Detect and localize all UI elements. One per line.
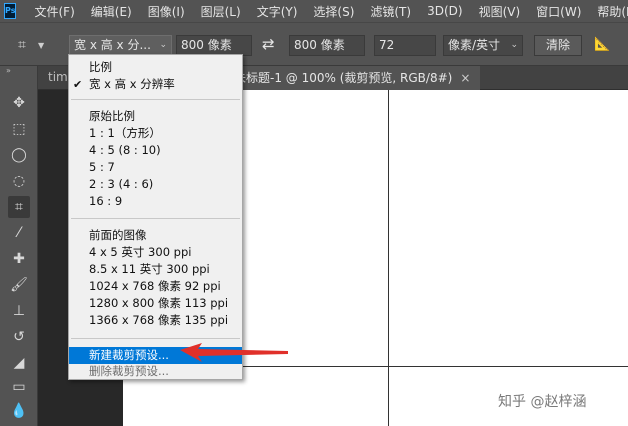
crop-preset-dropdown: 比例 ✔ 宽 x 高 x 分辨率 原始比例 1 : 1（方形） 4 : 5 (8 …: [68, 54, 243, 380]
panel-collapse-icon[interactable]: »: [6, 66, 11, 75]
straighten-icon[interactable]: 📐: [594, 37, 610, 52]
crop-tool-icon[interactable]: ⌗: [18, 37, 26, 53]
photoshop-logo: Ps: [4, 3, 17, 19]
menu-filter[interactable]: 滤镜(T): [362, 3, 419, 20]
menu-layer[interactable]: 图层(L): [193, 3, 249, 20]
crop-guide-vertical: [388, 90, 389, 426]
dropdown-separator: [71, 338, 240, 339]
dropdown-item-8-5x11-inch[interactable]: 8.5 x 11 英寸 300 ppi: [69, 261, 242, 278]
tab-title: 未标题-1 @ 100% (裁剪预览, RGB/8#): [234, 71, 453, 85]
dropdown-item-1366x768[interactable]: 1366 x 768 像素 135 ppi: [69, 312, 242, 329]
stamp-tool-icon[interactable]: ⊥: [8, 300, 30, 322]
menu-view[interactable]: 视图(V): [471, 3, 529, 20]
tab-active-document[interactable]: 未标题-1 @ 100% (裁剪预览, RGB/8#) ×: [224, 66, 481, 90]
menu-image[interactable]: 图像(I): [140, 3, 193, 20]
dropdown-item-ratio[interactable]: 比例: [69, 59, 242, 76]
dropdown-item-front-image[interactable]: 前面的图像: [69, 227, 242, 244]
dropdown-separator: [71, 218, 240, 219]
dropdown-item-ratio-1-1[interactable]: 1 : 1（方形）: [69, 125, 242, 142]
tools-panel: » ✥ ⬚ ◯ ◌ ⌗ ⁄ ✚ 🖌 ⊥ ↺ ◢ ▭ 💧: [0, 66, 38, 426]
menu-window[interactable]: 窗口(W): [528, 3, 589, 20]
lasso-tool-icon[interactable]: ◯: [8, 144, 30, 166]
dropdown-item-4x5-inch[interactable]: 4 x 5 英寸 300 ppi: [69, 244, 242, 261]
dropdown-item-wxhxres[interactable]: ✔ 宽 x 高 x 分辨率: [69, 76, 242, 93]
quick-select-tool-icon[interactable]: ◌: [8, 170, 30, 192]
clear-button[interactable]: 清除: [534, 35, 582, 56]
menu-3d[interactable]: 3D(D): [419, 4, 470, 18]
height-input[interactable]: 800 像素: [289, 35, 365, 56]
menu-file[interactable]: 文件(F): [26, 3, 82, 20]
dropdown-item-ratio-16-9[interactable]: 16 : 9: [69, 193, 242, 210]
annotation-arrow-icon: [180, 343, 288, 362]
dropdown-item-delete-crop-preset[interactable]: 删除裁剪预设...: [69, 363, 242, 380]
close-icon[interactable]: ×: [460, 71, 470, 85]
watermark: 知乎 @赵梓涵: [498, 394, 587, 410]
crop-tool-icon[interactable]: ⌗: [8, 196, 30, 218]
menu-type[interactable]: 文字(Y): [249, 3, 306, 20]
dropdown-item-1280x800[interactable]: 1280 x 800 像素 113 ppi: [69, 295, 242, 312]
crop-preset-value: 宽 x 高 x 分...: [74, 38, 151, 52]
gradient-tool-icon[interactable]: ▭: [8, 376, 30, 398]
dropdown-item-ratio-5-7[interactable]: 5 : 7: [69, 159, 242, 176]
chevron-down-icon: ⌄: [159, 40, 167, 50]
swap-icon[interactable]: ⇄: [262, 35, 275, 53]
menu-edit[interactable]: 编辑(E): [83, 3, 140, 20]
menu-help[interactable]: 帮助(H): [589, 3, 628, 20]
dropdown-item-original-ratio[interactable]: 原始比例: [69, 108, 242, 125]
healing-brush-tool-icon[interactable]: ✚: [8, 248, 30, 270]
width-input[interactable]: 800 像素: [176, 35, 252, 56]
tab-inactive-document[interactable]: tim: [48, 70, 68, 84]
menubar: Ps 文件(F) 编辑(E) 图像(I) 图层(L) 文字(Y) 选择(S) 滤…: [0, 0, 628, 22]
menu-select[interactable]: 选择(S): [305, 3, 362, 20]
dropdown-item-label: 宽 x 高 x 分辨率: [89, 77, 175, 91]
resolution-unit-select[interactable]: 像素/英寸 ⌄: [443, 35, 523, 56]
crop-preset-select[interactable]: 宽 x 高 x 分... ⌄: [69, 35, 172, 56]
marquee-tool-icon[interactable]: ⬚: [8, 118, 30, 140]
brush-tool-icon[interactable]: 🖌: [8, 274, 30, 296]
dropdown-item-ratio-2-3[interactable]: 2 : 3 (4 : 6): [69, 176, 242, 193]
resolution-input[interactable]: 72: [374, 35, 436, 56]
eraser-tool-icon[interactable]: ◢: [8, 352, 30, 374]
checkmark-icon: ✔: [73, 78, 83, 91]
history-brush-tool-icon[interactable]: ↺: [8, 326, 30, 348]
resolution-unit-value: 像素/英寸: [448, 38, 501, 52]
blur-tool-icon[interactable]: 💧: [8, 400, 30, 422]
eyedropper-tool-icon[interactable]: ⁄: [8, 222, 30, 244]
move-tool-icon[interactable]: ✥: [8, 92, 30, 114]
dropdown-item-ratio-4-5[interactable]: 4 : 5 (8 : 10): [69, 142, 242, 159]
chevron-down-icon[interactable]: ▼: [38, 41, 44, 50]
dropdown-separator: [71, 99, 240, 100]
dropdown-item-1024x768[interactable]: 1024 x 768 像素 92 ppi: [69, 278, 242, 295]
chevron-down-icon: ⌄: [510, 40, 518, 50]
